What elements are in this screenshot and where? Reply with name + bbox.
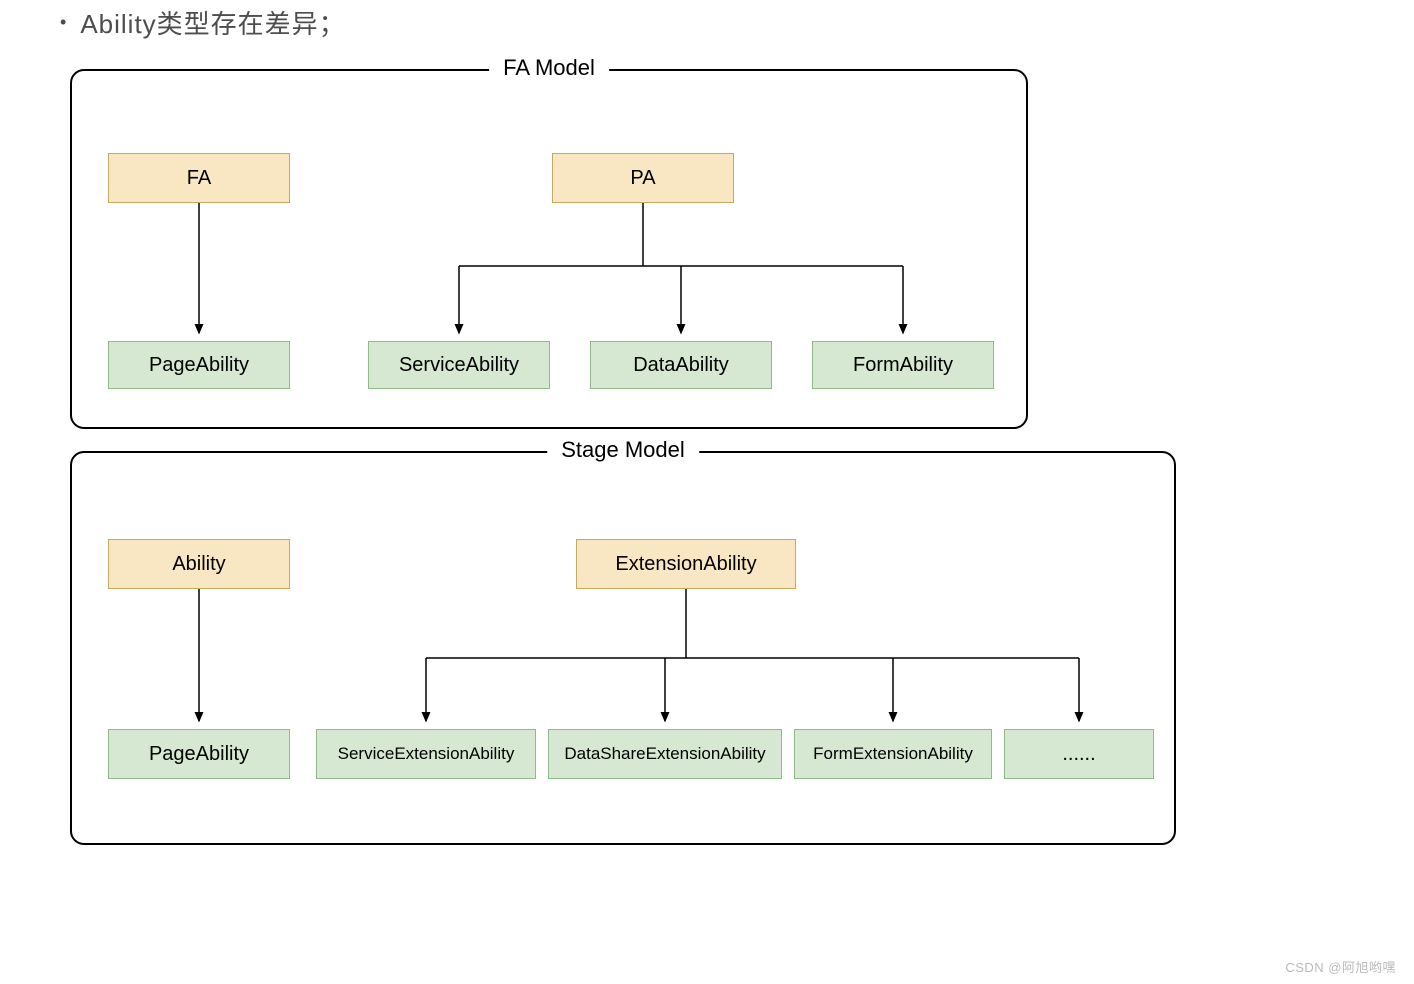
service-ability-node: ServiceAbility	[368, 341, 550, 389]
datashare-extension-node: DataShareExtensionAbility	[548, 729, 782, 779]
more-extension-node: ......	[1004, 729, 1154, 779]
stage-model-title: Stage Model	[547, 437, 699, 463]
bullet-dot: •	[60, 12, 66, 33]
form-extension-node: FormExtensionAbility	[794, 729, 992, 779]
pa-node: PA	[552, 153, 734, 203]
bullet-item: • Ability类型存在差异；	[48, 4, 1366, 41]
service-extension-node: ServiceExtensionAbility	[316, 729, 536, 779]
fa-model-title: FA Model	[489, 55, 609, 81]
bullet-text: Ability类型存在差异；	[80, 4, 345, 41]
stage-page-ability-node: PageAbility	[108, 729, 290, 779]
data-ability-node: DataAbility	[590, 341, 772, 389]
page-ability-node: PageAbility	[108, 341, 290, 389]
extension-ability-node: ExtensionAbility	[576, 539, 796, 589]
form-ability-node: FormAbility	[812, 341, 994, 389]
fa-node: FA	[108, 153, 290, 203]
ability-node: Ability	[108, 539, 290, 589]
stage-model-box: Stage Model Ability ExtensionAbility Pag…	[70, 451, 1176, 845]
fa-model-box: FA Model FA PA PageAbility ServiceAbilit…	[70, 69, 1028, 429]
watermark: CSDN @阿旭哟嘿	[1285, 957, 1396, 976]
stage-model-connectors	[72, 453, 1178, 847]
